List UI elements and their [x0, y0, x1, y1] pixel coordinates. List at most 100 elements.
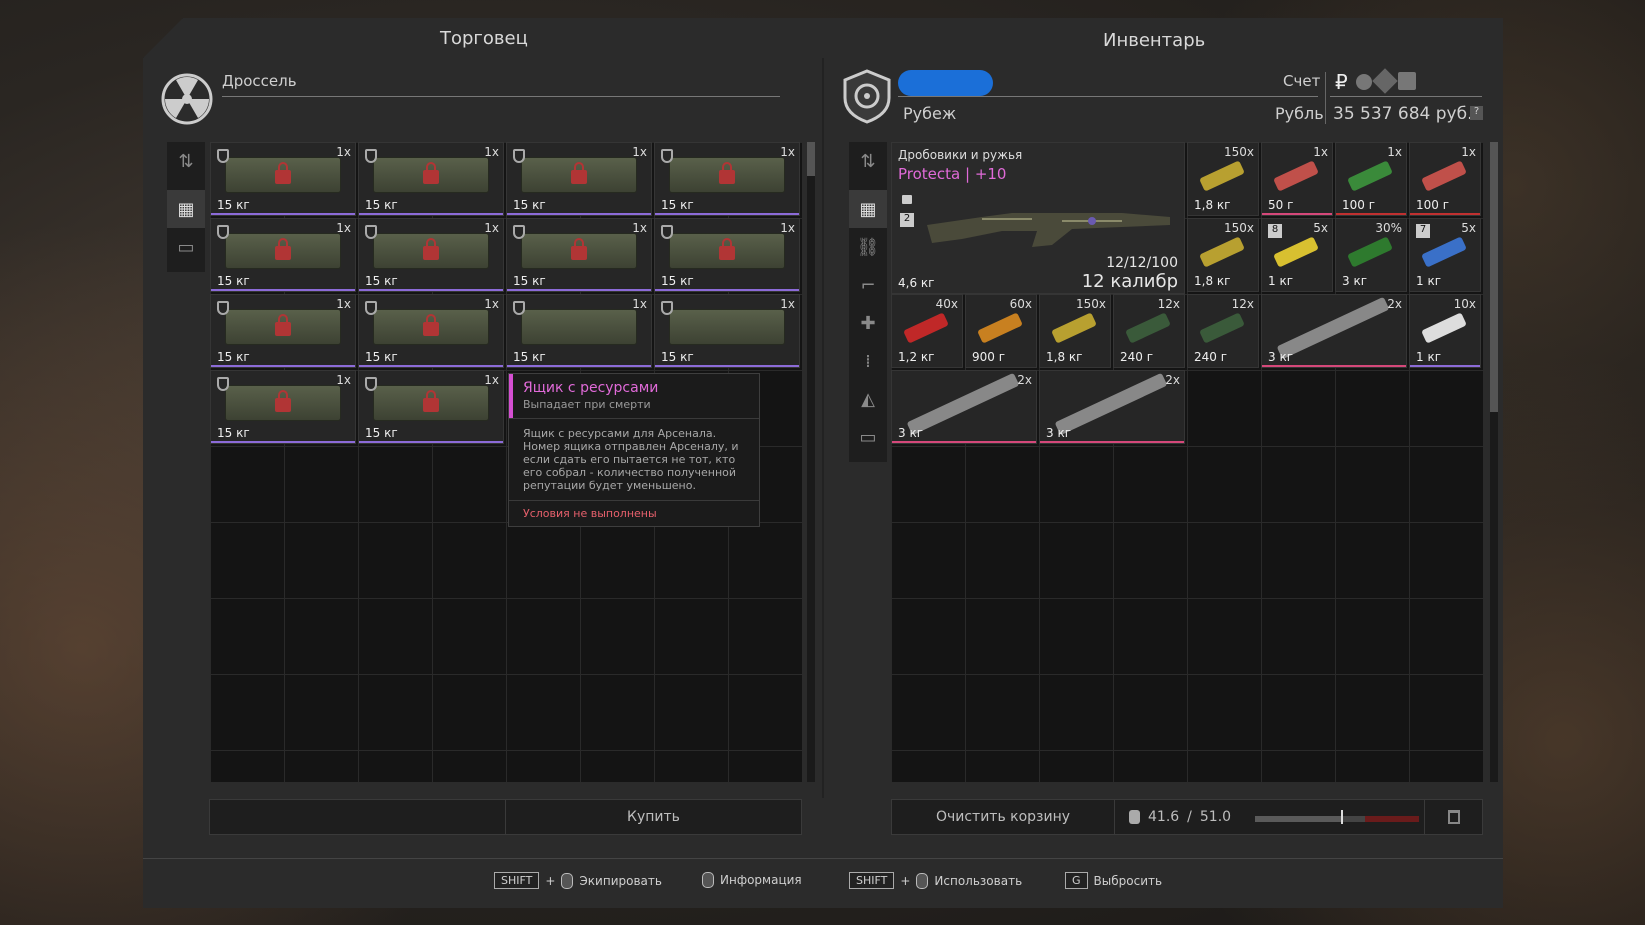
shift-key: SHIFT	[849, 872, 895, 889]
item-icon	[1421, 312, 1467, 344]
inventory-item[interactable]: 10x 1 кг	[1409, 294, 1481, 368]
slot-badge: 2	[900, 213, 914, 227]
trader-item-crate[interactable]: 1x 15 кг	[210, 294, 356, 368]
weapon-filter-icon[interactable]: ⌐	[849, 266, 887, 304]
trader-item-crate[interactable]: 1x 15 кг	[654, 294, 800, 368]
inventory-item[interactable]: 150x 1,8 кг	[1187, 142, 1259, 216]
inventory-item[interactable]: 2x 3 кг	[1039, 370, 1185, 444]
lock-icon	[423, 390, 439, 412]
trader-item-crate[interactable]: 1x 15 кг	[358, 142, 504, 216]
buy-button[interactable]: Купить	[505, 799, 802, 835]
trader-item-crate[interactable]: 1x 15 кг	[654, 218, 800, 292]
help-icon[interactable]: ?	[1470, 106, 1483, 120]
sort-icon[interactable]: ⇅	[167, 142, 205, 180]
grid-view-icon[interactable]: ▦	[849, 190, 887, 228]
inventory-item[interactable]: 2x 3 кг	[891, 370, 1037, 444]
item-count: 1x	[632, 145, 647, 159]
trader-item-crate[interactable]: 1x 15 кг	[210, 218, 356, 292]
crate-icon	[225, 157, 341, 193]
item-icon	[1276, 296, 1390, 360]
item-weight: 3 кг	[1046, 426, 1072, 440]
item-count: 150x	[1223, 145, 1254, 159]
inventory-item[interactable]: 8 5x 1 кг	[1261, 218, 1333, 292]
lock-icon	[275, 238, 291, 260]
item-weight: 3 кг	[898, 426, 924, 440]
sort-icon[interactable]: ⇅	[849, 142, 887, 180]
lock-icon	[423, 314, 439, 336]
inventory-item[interactable]: 1x 100 г	[1335, 142, 1407, 216]
inventory-item[interactable]: 40x 1,2 кг	[891, 294, 963, 368]
rarity-bar	[1336, 213, 1406, 215]
medkit-filter-icon[interactable]: ✚	[849, 304, 887, 342]
trader-scrollbar[interactable]	[807, 142, 815, 782]
rarity-bar	[211, 365, 355, 367]
weight-max: 51.0	[1199, 809, 1232, 825]
certificate-icon[interactable]	[1398, 72, 1416, 90]
trader-item-crate[interactable]: 1x 15 кг	[654, 142, 800, 216]
item-weight: 900 г	[972, 350, 1006, 364]
item-weight: 100 г	[1416, 198, 1450, 212]
footer-divider	[143, 858, 1503, 859]
item-icon	[1273, 236, 1319, 268]
shield-icon	[217, 377, 229, 391]
crate-icon	[225, 385, 341, 421]
faction-emblem-icon	[840, 68, 894, 124]
clear-cart-button[interactable]: Очистить корзину	[891, 799, 1115, 835]
item-weight: 15 кг	[513, 274, 546, 288]
rarity-bar	[1410, 213, 1480, 215]
weight-overload-bar	[1365, 816, 1419, 822]
trader-item-crate[interactable]: 1x 15 кг	[358, 218, 504, 292]
item-count: 1x	[780, 145, 795, 159]
crate-icon	[521, 309, 637, 345]
inventory-item[interactable]: 30% 3 кг	[1335, 218, 1407, 292]
trader-item-crate[interactable]: 1x 15 кг	[358, 294, 504, 368]
item-count: 60x	[1009, 297, 1032, 311]
shield-icon	[661, 225, 673, 239]
crate-icon	[373, 233, 489, 269]
archive-icon[interactable]: ▭	[167, 228, 205, 266]
drop-hint-label: Выбросить	[1093, 873, 1163, 888]
trader-name: Дроссель	[222, 72, 297, 90]
item-weight: 1 кг	[1416, 350, 1442, 364]
inventory-item[interactable]: 1x 100 г	[1409, 142, 1481, 216]
item-icon	[906, 372, 1020, 436]
trader-item-crate[interactable]: 1x 15 кг	[358, 370, 504, 444]
trader-item-crate[interactable]: 1x 15 кг	[506, 294, 652, 368]
inventory-scrollbar[interactable]	[1490, 142, 1498, 782]
inventory-item[interactable]: 150x 1,8 кг	[1039, 294, 1111, 368]
ammo-filter-icon[interactable]: ⁞	[849, 342, 887, 380]
inventory-item[interactable]: 12x 240 г	[1113, 294, 1185, 368]
item-icon	[1199, 160, 1245, 192]
trader-panel-title: Торговец	[440, 28, 528, 49]
inventory-item[interactable]: 1x 50 г	[1261, 142, 1333, 216]
trader-item-crate[interactable]: 1x 15 кг	[506, 142, 652, 216]
hint-equip: SHIFT + Экипировать	[494, 872, 662, 889]
armor-filter-icon[interactable]: ◭	[849, 380, 887, 418]
shield-icon	[513, 301, 525, 315]
inventory-item[interactable]: 7 5x 1 кг	[1409, 218, 1481, 292]
inventory-item[interactable]: 2x 3 кг	[1261, 294, 1407, 368]
inventory-item[interactable]: 150x 1,8 кг	[1187, 218, 1259, 292]
archive-icon[interactable]: ▭	[849, 418, 887, 456]
shield-icon	[217, 225, 229, 239]
trash-button[interactable]	[1424, 799, 1483, 835]
weapon-item[interactable]: Дробовики и ружья Protecta | +10 2 12/12…	[891, 142, 1185, 294]
item-count: 150x	[1223, 221, 1254, 235]
weapon-category: Дробовики и ружья	[898, 148, 1023, 162]
rarity-bar	[507, 365, 651, 367]
ruble-icon[interactable]: ₽	[1335, 70, 1348, 94]
trader-item-crate[interactable]: 1x 15 кг	[506, 218, 652, 292]
trader-item-crate[interactable]: 1x 15 кг	[210, 370, 356, 444]
tooltip-subtitle: Выпадает при смерти	[523, 398, 651, 411]
inventory-item[interactable]: 60x 900 г	[965, 294, 1037, 368]
rarity-bar	[1262, 365, 1406, 367]
radiation-icon	[160, 72, 214, 126]
inventory-panel-title: Инвентарь	[1103, 30, 1206, 51]
trash-icon	[1447, 810, 1460, 824]
coin-icon[interactable]	[1356, 74, 1372, 90]
trader-item-crate[interactable]: 1x 15 кг	[210, 142, 356, 216]
item-count: 1x	[336, 145, 351, 159]
grid-view-icon[interactable]: ▦	[167, 190, 205, 228]
attachment-icon[interactable]: ⛓	[849, 228, 887, 266]
inventory-item[interactable]: 12x 240 г	[1187, 294, 1259, 368]
